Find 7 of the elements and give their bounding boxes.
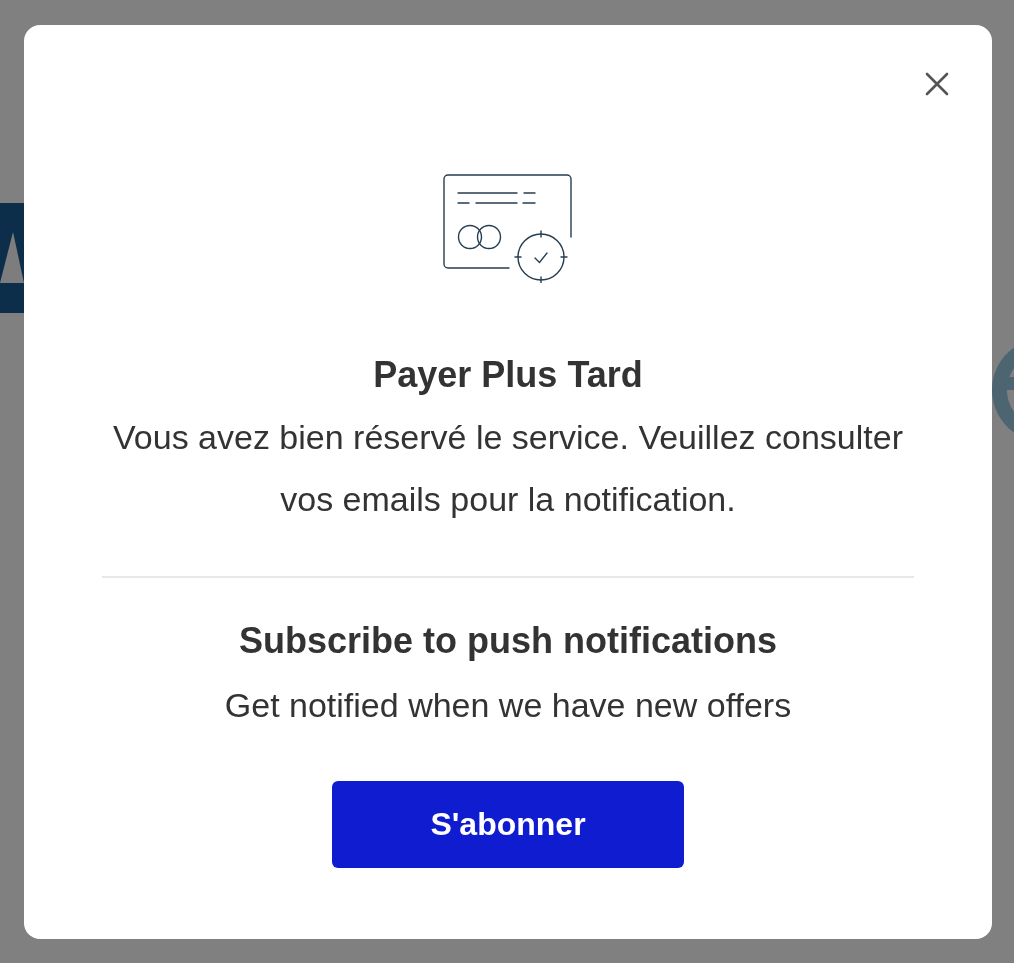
confirmation-message: Vous avez bien réservé le service. Veuillez consulter vos emails pour la notification.: [112, 417, 904, 520]
subscribe-description: Get notified when we have new offers: [224, 685, 792, 725]
card-clock-icon: [443, 173, 573, 283]
dialog-title: Payer Plus Tard: [373, 353, 643, 397]
close-icon[interactable]: [925, 72, 949, 96]
subscribe-button[interactable]: S'abonner: [332, 781, 684, 868]
subscribe-title: Subscribe to push notifications: [239, 619, 777, 663]
